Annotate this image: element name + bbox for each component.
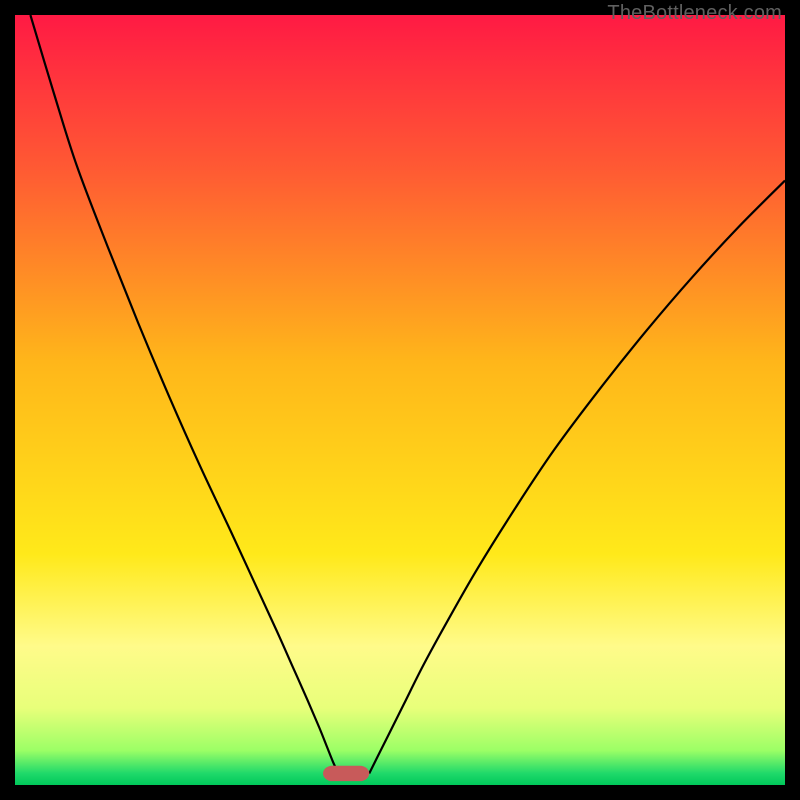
bottleneck-chart <box>15 15 785 785</box>
bottleneck-marker <box>323 766 369 781</box>
gradient-background <box>15 15 785 785</box>
chart-frame <box>15 15 785 785</box>
watermark-text: TheBottleneck.com <box>607 2 782 25</box>
